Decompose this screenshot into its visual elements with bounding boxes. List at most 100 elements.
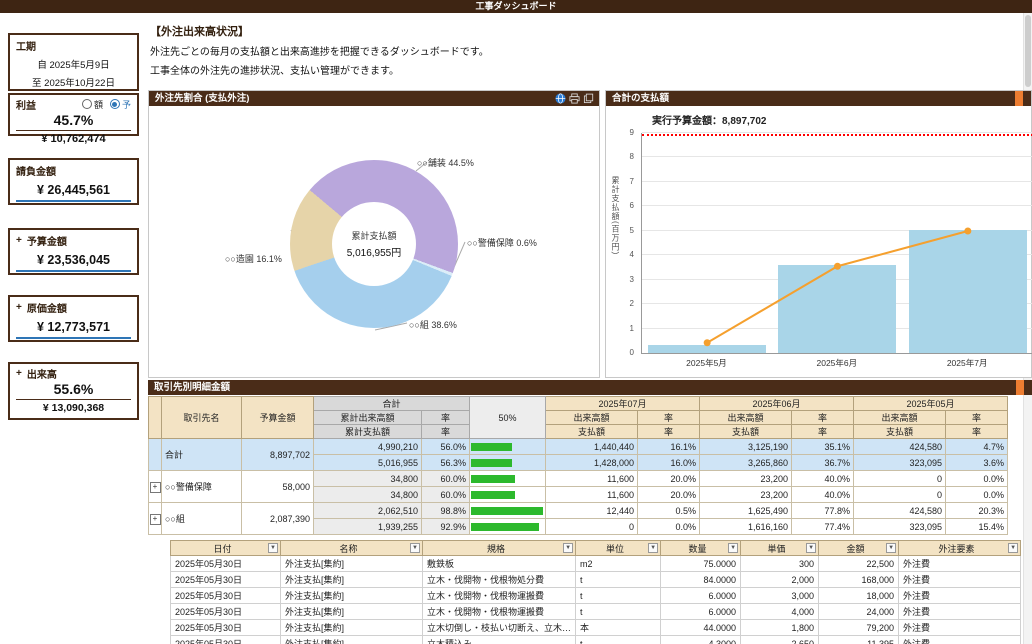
filter-icon[interactable]: ▼ [268, 543, 278, 553]
progress-bar-cell [470, 439, 546, 455]
expander-cell: + [149, 503, 162, 535]
print-icon[interactable] [569, 93, 580, 104]
category-cell: 外注費 [899, 572, 1021, 588]
header-accent [1015, 91, 1023, 106]
budget-amount-title: 予算金額 [27, 233, 67, 248]
expander-column-header [149, 397, 162, 439]
period-to: 至 2025年10月22日 [16, 75, 131, 89]
expand-toggle[interactable]: + [16, 368, 22, 379]
pivot-row: +○○警備保障58,00034,80060.0%11,60020.0%23,20… [149, 471, 1008, 487]
col-label: 数量 [689, 544, 707, 554]
category-cell: 外注費 [899, 604, 1021, 620]
x-axis: 2025年5月2025年6月2025年7月 [641, 357, 1032, 369]
col-name: 名称▼ [281, 541, 423, 556]
copy-icon[interactable] [583, 93, 594, 104]
unitprice-cell: 2,000 [741, 572, 819, 588]
name-cell: 外注支払[集約] [281, 620, 423, 636]
cost-amount-title: 原価金額 [27, 300, 67, 315]
month-value-cell: 0 [546, 519, 638, 535]
detail-row: 2025年05月30日外注支払[集約]立木・伐開物・伐根物運搬費t6.00004… [171, 604, 1021, 620]
expander-cell [149, 439, 162, 471]
filter-icon[interactable]: ▼ [806, 543, 816, 553]
filter-icon[interactable]: ▼ [648, 543, 658, 553]
total-group-header: 合計 [314, 397, 470, 411]
cum-rate-cell: 60.0% [422, 471, 470, 487]
month-rate-cell: 0.0% [638, 519, 700, 535]
donut-hole [332, 202, 416, 286]
outsourcing-ratio-title: 外注先割合 (支払外注) [155, 93, 249, 104]
qty-cell: 6.0000 [661, 604, 741, 620]
profit-radio-amount[interactable]: 額 [82, 98, 103, 111]
cost-amount-box: +原価金額 ¥ 12,773,571 [8, 295, 139, 342]
rate-header: 率 [792, 411, 854, 425]
name-cell: 外注支払[集約] [281, 572, 423, 588]
amount-cell: 24,000 [819, 604, 899, 620]
spec-cell: 立木・伐開物・伐根物運搬費 [423, 588, 576, 604]
qty-cell: 75.0000 [661, 556, 741, 572]
spec-cell: 敷鉄板 [423, 556, 576, 572]
outsourcing-ratio-header: 外注先割合 (支払外注) [149, 91, 599, 106]
radio-selected-icon[interactable] [110, 99, 120, 109]
window-title-bar: 工事ダッシュボード [0, 0, 1032, 13]
qty-cell: 6.0000 [661, 588, 741, 604]
expand-button[interactable]: + [150, 482, 161, 493]
unit-cell: 本 [576, 620, 661, 636]
filter-icon[interactable]: ▼ [1008, 543, 1018, 553]
donut-chart-area: 累計支払額 5,016,955円 ○○舗装 44.5% ○○警備保障 0.6% … [149, 106, 599, 377]
cum-value-cell: 5,016,955 [314, 455, 422, 471]
progress-amount: ¥ 13,090,368 [16, 402, 131, 414]
month-rate-cell: 0.0% [946, 471, 1008, 487]
globe-icon[interactable] [555, 93, 566, 104]
radio-icon[interactable] [82, 99, 92, 109]
x-tick-label: 2025年5月 [641, 357, 772, 369]
progress-bar [471, 459, 512, 467]
donut-label-zoen: ○○造園 16.1% [225, 252, 282, 265]
filter-icon[interactable]: ▼ [563, 543, 573, 553]
date-cell: 2025年05月30日 [171, 556, 281, 572]
month-rate-cell: 3.6% [946, 455, 1008, 471]
detail-row: 2025年05月30日外注支払[集約]敷鉄板m275.000030022,500… [171, 556, 1021, 572]
filter-icon[interactable]: ▼ [728, 543, 738, 553]
unitprice-cell: 1,800 [741, 620, 819, 636]
expand-button[interactable]: + [150, 514, 161, 525]
payment-bar[interactable] [909, 230, 1027, 353]
budget-amount-value: ¥ 23,536,045 [16, 253, 131, 272]
qty-cell: 84.0000 [661, 572, 741, 588]
plot-area [641, 133, 1032, 354]
col-label: 規格 [487, 544, 505, 554]
profit-box: 利益 額 予 45.7% ¥ 10,762,474 [8, 93, 139, 136]
unit-cell: t [576, 588, 661, 604]
vendor-name-cell: ○○警備保障 [162, 471, 242, 503]
month-value-cell: 11,600 [546, 471, 638, 487]
scrollbar-thumb[interactable] [1025, 15, 1031, 87]
month-value-cell: 424,580 [854, 503, 946, 519]
progress-row-header: 出来高額 [700, 411, 792, 425]
filter-icon[interactable]: ▼ [410, 543, 420, 553]
outsourcing-ratio-panel: 外注先割合 (支払外注) 累計支払額 5,016,955円 ○○舗装 44.5%… [148, 90, 600, 378]
vendor-detail-title: 取引先別明細金額 [154, 382, 230, 393]
progress-bar-cell [470, 471, 546, 487]
cum-rate-cell: 56.0% [422, 439, 470, 455]
construction-dashboard: 工事ダッシュボード 工期 自 2025年5月9日 至 2025年10月22日 利… [0, 0, 1032, 644]
month-header-06: 2025年06月 [700, 397, 854, 411]
month-value-cell: 3,125,190 [700, 439, 792, 455]
expand-toggle[interactable]: + [16, 302, 22, 313]
profit-title: 利益 [16, 97, 36, 112]
y-tick-label: 1 [630, 324, 634, 333]
detail-row: 2025年05月30日外注支払[集約]立木・伐開物・伐根物運搬費t6.00003… [171, 588, 1021, 604]
profit-radio-budget[interactable]: 予 [110, 98, 131, 111]
progress-bar-cell [470, 487, 546, 503]
payment-bar[interactable] [778, 265, 896, 353]
y-tick-label: 6 [630, 201, 634, 210]
payment-bar[interactable] [648, 345, 766, 353]
expand-toggle[interactable]: + [16, 235, 22, 246]
progress-percent: 55.6% [16, 381, 131, 397]
progress-row-header: 出来高額 [854, 411, 946, 425]
donut-label-hoso: ○○舗装 44.5% [417, 156, 474, 169]
month-rate-cell: 77.4% [792, 519, 854, 535]
month-rate-cell: 15.4% [946, 519, 1008, 535]
filter-icon[interactable]: ▼ [886, 543, 896, 553]
detail-header-row: 日付▼ 名称▼ 規格▼ 単位▼ 数量▼ 単価▼ 金額▼ 外注要素▼ [171, 541, 1021, 556]
payment-row-header: 支払額 [854, 425, 946, 439]
unit-cell: t [576, 636, 661, 644]
